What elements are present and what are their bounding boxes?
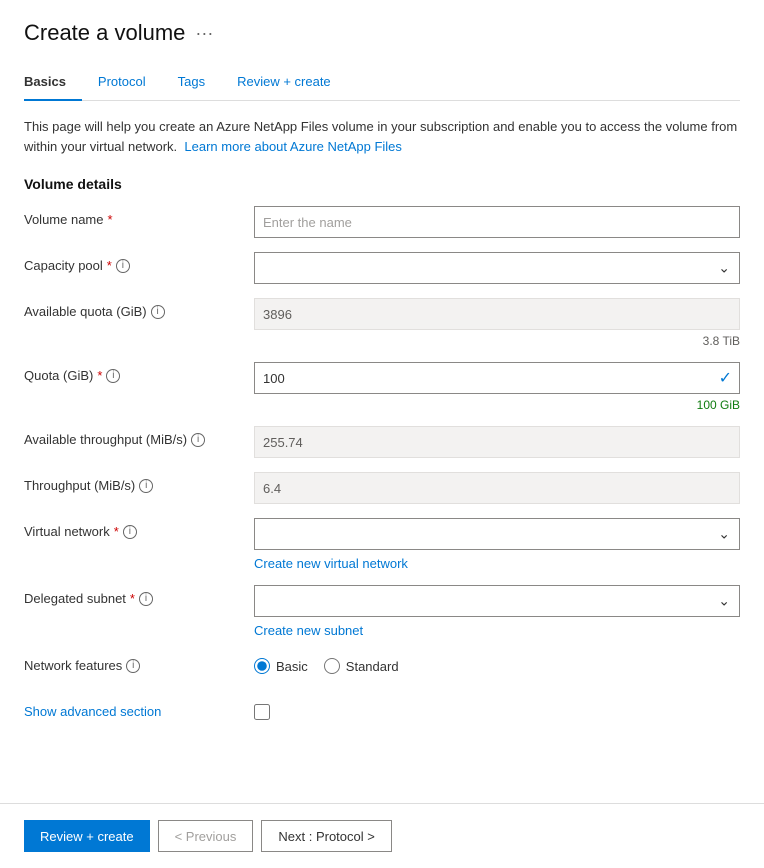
capacity-pool-select[interactable] [254,252,740,284]
section-title: Volume details [24,176,740,192]
available-throughput-control: 255.74 [254,426,740,458]
show-advanced-checkbox-row [254,698,740,720]
quota-note: 100 GiB [254,398,740,412]
delegated-subnet-select-wrapper [254,585,740,617]
create-subnet-link[interactable]: Create new subnet [254,623,740,638]
virtual-network-control: Create new virtual network [254,518,740,571]
quota-control: ✓ 100 GiB [254,362,740,412]
quota-row: Quota (GiB) * i ✓ 100 GiB [24,362,740,412]
available-throughput-value: 255.74 [254,426,740,458]
volume-name-label: Volume name * [24,206,254,227]
tab-protocol[interactable]: Protocol [82,66,162,101]
required-indicator: * [97,368,102,383]
learn-more-link[interactable]: Learn more about Azure NetApp Files [184,139,402,154]
create-virtual-network-link[interactable]: Create new virtual network [254,556,740,571]
virtual-network-select-wrapper [254,518,740,550]
required-indicator: * [107,258,112,273]
footer: Review + create < Previous Next : Protoc… [0,803,764,868]
show-advanced-control [254,698,740,720]
volume-name-control [254,206,740,238]
network-features-basic-radio[interactable] [254,658,270,674]
available-throughput-row: Available throughput (MiB/s) i 255.74 [24,426,740,458]
network-features-radio-group: Basic Standard [254,652,740,674]
network-features-standard-label: Standard [346,659,399,674]
network-features-basic-option[interactable]: Basic [254,658,308,674]
network-features-standard-radio[interactable] [324,658,340,674]
virtual-network-label: Virtual network * i [24,518,254,539]
quota-info-icon[interactable]: i [106,369,120,383]
required-indicator: * [130,591,135,606]
throughput-label: Throughput (MiB/s) i [24,472,254,493]
virtual-network-select[interactable] [254,518,740,550]
capacity-pool-info-icon[interactable]: i [116,259,130,273]
tab-navigation: Basics Protocol Tags Review + create [24,66,740,101]
virtual-network-row: Virtual network * i Create new virtual n… [24,518,740,571]
available-throughput-info-icon[interactable]: i [191,433,205,447]
tab-tags[interactable]: Tags [162,66,221,101]
throughput-control: 6.4 [254,472,740,504]
show-advanced-row: Show advanced section [24,698,740,730]
show-advanced-link[interactable]: Show advanced section [24,704,161,719]
next-button[interactable]: Next : Protocol > [261,820,391,852]
required-indicator: * [114,524,119,539]
delegated-subnet-row: Delegated subnet * i Create new subnet [24,585,740,638]
available-quota-control: 3896 3.8 TiB [254,298,740,348]
network-features-control: Basic Standard [254,652,740,674]
network-features-info-icon[interactable]: i [126,659,140,673]
volume-name-row: Volume name * [24,206,740,238]
volume-name-input[interactable] [254,206,740,238]
network-features-basic-label: Basic [276,659,308,674]
quota-input-wrapper: ✓ [254,362,740,394]
capacity-pool-control [254,252,740,284]
tab-basics[interactable]: Basics [24,66,82,101]
page-title: Create a volume [24,20,185,46]
quota-checkmark-icon: ✓ [719,368,732,388]
previous-button[interactable]: < Previous [158,820,254,852]
required-indicator: * [108,212,113,227]
available-quota-note: 3.8 TiB [254,334,740,348]
more-options-icon[interactable]: ··· [195,23,213,44]
virtual-network-info-icon[interactable]: i [123,525,137,539]
capacity-pool-label: Capacity pool * i [24,252,254,273]
available-quota-info-icon[interactable]: i [151,305,165,319]
page-description: This page will help you create an Azure … [24,117,740,156]
available-quota-value: 3896 [254,298,740,330]
network-features-row: Network features i Basic Standard [24,652,740,684]
capacity-pool-row: Capacity pool * i [24,252,740,284]
tab-review-create[interactable]: Review + create [221,66,347,101]
throughput-value: 6.4 [254,472,740,504]
network-features-label: Network features i [24,652,254,673]
delegated-subnet-select[interactable] [254,585,740,617]
throughput-info-icon[interactable]: i [139,479,153,493]
show-advanced-checkbox[interactable] [254,704,270,720]
delegated-subnet-label: Delegated subnet * i [24,585,254,606]
review-create-button[interactable]: Review + create [24,820,150,852]
delegated-subnet-control: Create new subnet [254,585,740,638]
delegated-subnet-info-icon[interactable]: i [139,592,153,606]
show-advanced-label: Show advanced section [24,698,254,719]
available-quota-label: Available quota (GiB) i [24,298,254,319]
quota-label: Quota (GiB) * i [24,362,254,383]
quota-input[interactable] [254,362,740,394]
throughput-row: Throughput (MiB/s) i 6.4 [24,472,740,504]
available-quota-row: Available quota (GiB) i 3896 3.8 TiB [24,298,740,348]
available-throughput-label: Available throughput (MiB/s) i [24,426,254,447]
network-features-standard-option[interactable]: Standard [324,658,399,674]
capacity-pool-select-wrapper [254,252,740,284]
